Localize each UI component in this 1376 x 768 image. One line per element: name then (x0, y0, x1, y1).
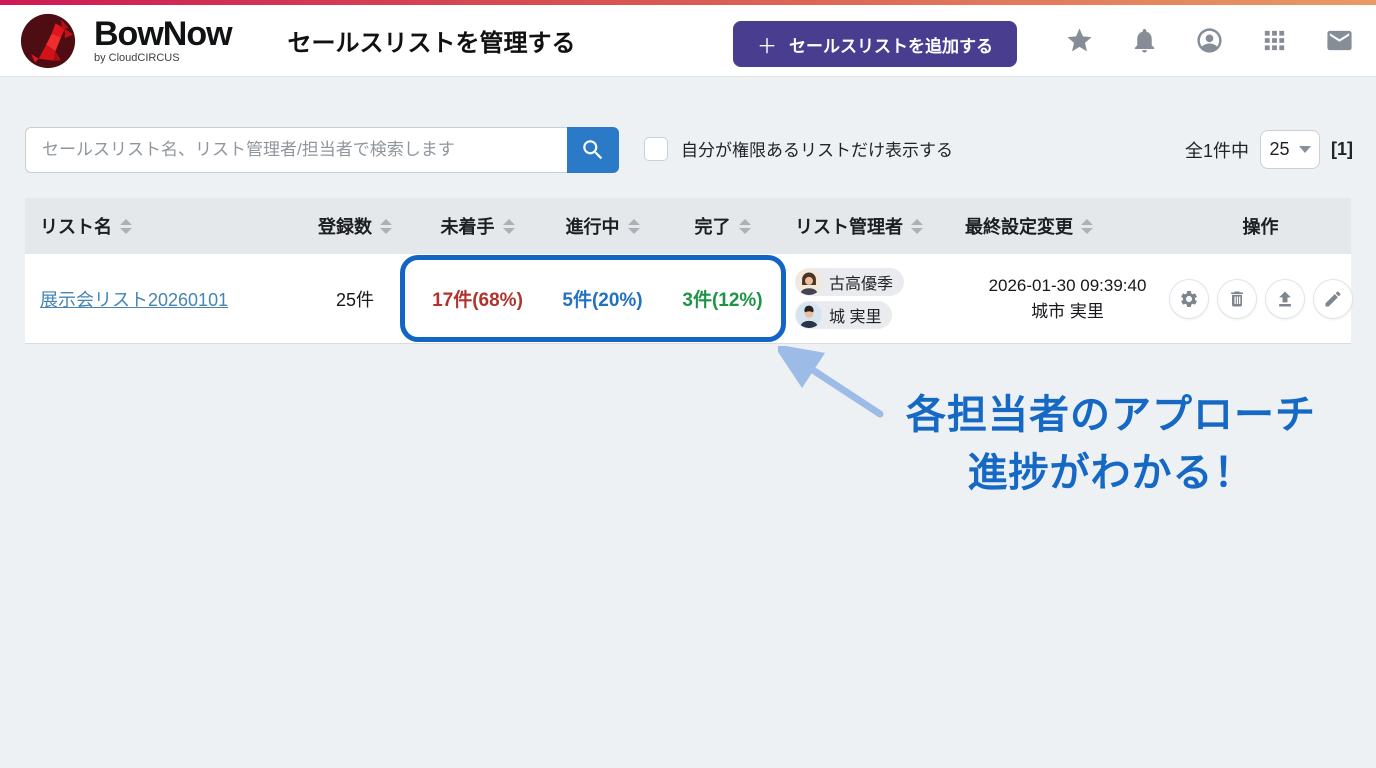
annotation-line1: 各担当者のアプローチ (856, 386, 1366, 444)
permission-filter: 自分が権限あるリストだけ表示する (644, 136, 953, 161)
sort-icon[interactable] (739, 219, 751, 234)
header-icon-bar (1065, 5, 1354, 76)
total-count-label: 全1件中 (1185, 137, 1249, 163)
actions-cell (1170, 279, 1351, 319)
manager-name: 城 実里 (829, 303, 881, 327)
permission-filter-checkbox[interactable] (644, 137, 668, 161)
upload-button[interactable] (1265, 279, 1305, 319)
bell-icon[interactable] (1130, 26, 1159, 55)
avatar (796, 302, 822, 328)
manager-name: 古高優季 (829, 270, 893, 294)
star-icon[interactable] (1065, 26, 1094, 55)
search-box (25, 127, 619, 173)
bownow-logo-icon[interactable] (20, 13, 76, 69)
column-header-not-started[interactable]: 未着手 (415, 213, 540, 239)
caret-down-icon (1299, 146, 1311, 153)
screen: BowNow by CloudCIRCUS セールスリストを管理する ＋ セール… (0, 0, 1376, 768)
page-indicator[interactable]: [1] (1331, 139, 1353, 160)
sort-icon[interactable] (380, 219, 392, 234)
last-modified-by: 城市 実里 (1031, 299, 1104, 325)
column-header-in-progress[interactable]: 進行中 (540, 213, 665, 239)
add-saleslist-label: セールスリストを追加する (789, 32, 993, 57)
brand-name: BowNow (94, 17, 232, 51)
upload-icon (1275, 289, 1295, 309)
last-modified-cell: 2026-01-30 09:39:40 城市 実里 (955, 273, 1170, 325)
managers-cell: 古高優季 城 実里 (780, 268, 955, 329)
sort-icon[interactable] (1081, 219, 1093, 234)
pencil-icon (1323, 289, 1343, 309)
brand: BowNow by CloudCIRCUS (94, 17, 232, 64)
list-name-cell: 展示会リスト20260101 (25, 286, 295, 312)
last-modified-datetime: 2026-01-30 09:39:40 (989, 273, 1147, 299)
column-header-actions: 操作 (1170, 213, 1351, 239)
per-page-select[interactable]: 25 (1260, 130, 1320, 169)
sort-icon[interactable] (628, 219, 640, 234)
column-header-managers[interactable]: リスト管理者 (780, 213, 955, 239)
grid-icon[interactable] (1260, 26, 1289, 55)
annotation-callout: 各担当者のアプローチ 進捗がわかる！ (856, 386, 1366, 502)
delete-button[interactable] (1217, 279, 1257, 319)
mail-icon[interactable] (1325, 26, 1354, 55)
settings-button[interactable] (1169, 279, 1209, 319)
in-progress-cell: 5件(20%) (540, 285, 665, 312)
completed-cell: 3件(12%) (665, 285, 780, 312)
annotation-line2: 進捗がわかる！ (856, 444, 1366, 502)
registered-cell: 25件 (295, 286, 415, 312)
sort-icon[interactable] (911, 219, 923, 234)
pagination-bar: 全1件中 25 [1] (1185, 130, 1353, 169)
not-started-cell: 17件(68%) (415, 285, 540, 312)
list-name-link[interactable]: 展示会リスト20260101 (40, 286, 228, 312)
per-page-value: 25 (1269, 139, 1289, 160)
trash-icon (1227, 289, 1247, 309)
sort-icon[interactable] (503, 219, 515, 234)
column-header-last-modified[interactable]: 最終設定変更 (955, 213, 1170, 239)
account-icon[interactable] (1195, 26, 1224, 55)
column-header-registered[interactable]: 登録数 (295, 213, 415, 239)
app-header: BowNow by CloudCIRCUS セールスリストを管理する ＋ セール… (0, 5, 1376, 77)
permission-filter-label: 自分が権限あるリストだけ表示する (681, 136, 953, 161)
column-header-list-name[interactable]: リスト名 (25, 213, 295, 239)
gear-icon (1179, 289, 1199, 309)
brand-subtitle: by CloudCIRCUS (94, 52, 232, 64)
avatar (796, 269, 822, 295)
search-icon (580, 137, 606, 163)
table-row: 展示会リスト20260101 25件 17件(68%) 5件(20%) 3件(1… (25, 254, 1351, 344)
add-saleslist-button[interactable]: ＋ セールスリストを追加する (733, 21, 1017, 67)
search-button[interactable] (567, 127, 619, 173)
table-header-row: リスト名 登録数 未着手 進行中 完了 リスト管理者 (25, 198, 1351, 254)
page-title: セールスリストを管理する (288, 23, 576, 58)
column-header-completed[interactable]: 完了 (665, 213, 780, 239)
saleslist-table: リスト名 登録数 未着手 進行中 完了 リスト管理者 (25, 198, 1351, 344)
plus-icon: ＋ (757, 30, 777, 59)
manager-chip[interactable]: 古高優季 (795, 268, 904, 296)
search-input[interactable] (25, 127, 567, 173)
edit-button[interactable] (1313, 279, 1353, 319)
manager-chip[interactable]: 城 実里 (795, 301, 892, 329)
sort-icon[interactable] (120, 219, 132, 234)
